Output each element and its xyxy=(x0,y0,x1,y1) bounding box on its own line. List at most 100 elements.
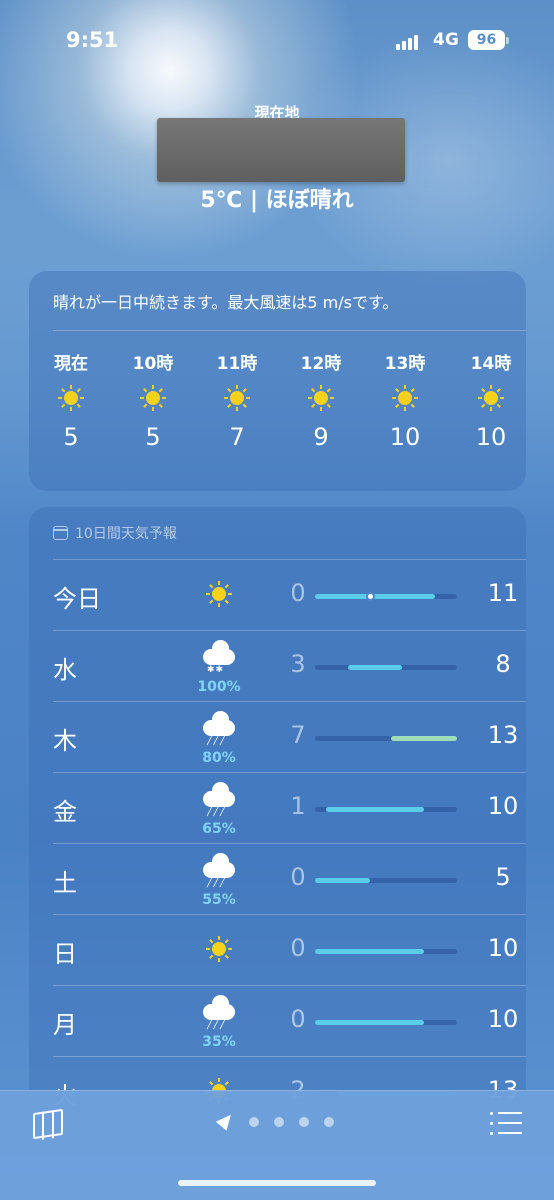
temp-range-bar xyxy=(347,665,403,670)
status-time: 9:51 xyxy=(66,28,119,52)
low-temp: 0 xyxy=(290,934,306,962)
page-dot[interactable] xyxy=(299,1117,309,1127)
low-temp: 3 xyxy=(290,650,306,678)
hour-temp: 10 xyxy=(475,423,507,451)
list-icon[interactable] xyxy=(490,1111,522,1135)
weather-icon: ✱✱ 100% xyxy=(195,640,243,695)
low-temp: 0 xyxy=(290,863,306,891)
high-temp: 11 xyxy=(487,579,519,607)
forecast-row[interactable]: 土 ╱╱╱ 55% 0 5 xyxy=(53,843,526,914)
day-label: 月 xyxy=(53,1011,77,1039)
forecast-title: 10日間天気予報 xyxy=(75,526,177,542)
current-condition: 5℃ | ほぼ晴れ xyxy=(200,188,354,213)
day-label: 水 xyxy=(53,656,77,684)
hour-temp: 5 xyxy=(63,423,79,451)
cloud-shape xyxy=(203,711,235,736)
hour-column: 10時 5 xyxy=(123,349,183,451)
battery-icon: 96 xyxy=(468,30,505,50)
low-temp: 0 xyxy=(290,579,306,607)
sun-icon xyxy=(308,385,334,411)
sun-icon xyxy=(478,385,504,411)
page-dot[interactable] xyxy=(274,1117,284,1127)
forecast-summary: 晴れが一日中続きます。最大風速は5 m/sです。 xyxy=(53,293,399,312)
temp-range-track xyxy=(315,878,457,883)
hour-temp: 10 xyxy=(389,423,421,451)
current-temp-dot xyxy=(365,592,375,601)
low-temp: 0 xyxy=(290,1005,306,1033)
sun-icon xyxy=(392,385,418,411)
precip-chance: 35% xyxy=(202,1034,236,1050)
hourly-forecast-card[interactable]: 晴れが一日中続きます。最大風速は5 m/sです。 現在 5 10時 5 11時 7 12時 9… xyxy=(29,271,526,491)
hour-column: 13時 10 xyxy=(375,349,435,451)
temp-range-bar xyxy=(315,1020,425,1025)
weather-icon xyxy=(195,925,243,977)
low-temp: 7 xyxy=(290,721,306,749)
map-icon[interactable] xyxy=(33,1108,63,1140)
day-label: 木 xyxy=(53,727,77,755)
cloud-shape xyxy=(203,640,235,665)
hour-icon-wrap xyxy=(123,373,183,423)
drops: ╱╱╱ xyxy=(207,1020,227,1030)
ten-day-forecast-card[interactable]: 10日間天気予報 今日 0 11 水 ✱✱ 100% 3 8 木 ╱╱╱ 80% 7 13 金 ╱╱╱ 65%… xyxy=(29,507,526,1147)
forecast-row[interactable]: 金 ╱╱╱ 65% 1 10 xyxy=(53,772,526,843)
hour-label: 現在 xyxy=(54,354,88,374)
redacted-temperature xyxy=(157,118,405,182)
hour-column: 現在 5 xyxy=(41,349,101,451)
forecast-row[interactable]: 日 0 10 xyxy=(53,914,526,985)
hour-icon-wrap xyxy=(461,373,521,423)
forecast-header: 10日間天気予報 xyxy=(53,523,177,543)
hour-label: 11時 xyxy=(216,354,258,374)
high-temp: 5 xyxy=(495,863,511,891)
low-temp: 1 xyxy=(290,792,306,820)
day-label: 今日 xyxy=(53,585,101,613)
high-temp: 8 xyxy=(495,650,511,678)
hour-icon-wrap xyxy=(207,373,267,423)
forecast-row[interactable]: 今日 0 11 xyxy=(53,559,526,630)
temp-range-track xyxy=(315,1020,457,1025)
temp-range-bar xyxy=(391,736,457,741)
signal-icon xyxy=(396,34,418,50)
forecast-row[interactable]: 水 ✱✱ 100% 3 8 xyxy=(53,630,526,701)
temp-range-track xyxy=(315,736,457,741)
page-dot[interactable] xyxy=(324,1117,334,1127)
sun-icon xyxy=(206,581,232,607)
high-temp: 10 xyxy=(487,934,519,962)
forecast-row[interactable]: 月 ╱╱╱ 35% 0 10 xyxy=(53,985,526,1056)
network-type: 4G xyxy=(433,30,459,50)
sun-icon xyxy=(224,385,250,411)
day-label: 土 xyxy=(53,869,77,897)
sun-icon xyxy=(58,385,84,411)
weather-icon: ╱╱╱ 80% xyxy=(195,711,243,766)
hour-icon-wrap xyxy=(291,373,351,423)
temp-range-bar xyxy=(315,878,370,883)
forecast-row[interactable]: 木 ╱╱╱ 80% 7 13 xyxy=(53,701,526,772)
precip-chance: 100% xyxy=(197,679,241,695)
hour-column: 14時 10 xyxy=(461,349,521,451)
sun-icon xyxy=(206,936,232,962)
hour-temp: 9 xyxy=(313,423,329,451)
day-label: 日 xyxy=(53,940,77,968)
hour-temp: 7 xyxy=(229,423,245,451)
battery-tip xyxy=(506,37,509,44)
high-temp: 13 xyxy=(487,721,519,749)
drops: ✱✱ xyxy=(207,665,225,675)
temp-range-bar xyxy=(325,807,425,812)
cloud-shape xyxy=(203,995,235,1020)
hour-icon-wrap xyxy=(41,373,101,423)
temp-range-track xyxy=(315,949,457,954)
high-temp: 10 xyxy=(487,1005,519,1033)
page-dot[interactable] xyxy=(249,1117,259,1127)
precip-chance: 65% xyxy=(202,821,236,837)
hour-column: 12時 9 xyxy=(291,349,351,451)
drops: ╱╱╱ xyxy=(207,736,227,746)
high-temp: 10 xyxy=(487,792,519,820)
temp-range-track xyxy=(315,592,457,601)
temp-range-track xyxy=(315,807,457,812)
weather-icon xyxy=(195,570,243,622)
temp-range-track xyxy=(315,665,457,670)
hour-column: 11時 7 xyxy=(207,349,267,451)
location-arrow-icon[interactable] xyxy=(215,1110,237,1131)
temp-range-bar xyxy=(315,594,436,599)
weather-icon: ╱╱╱ 55% xyxy=(195,853,243,908)
sun-icon xyxy=(140,385,166,411)
